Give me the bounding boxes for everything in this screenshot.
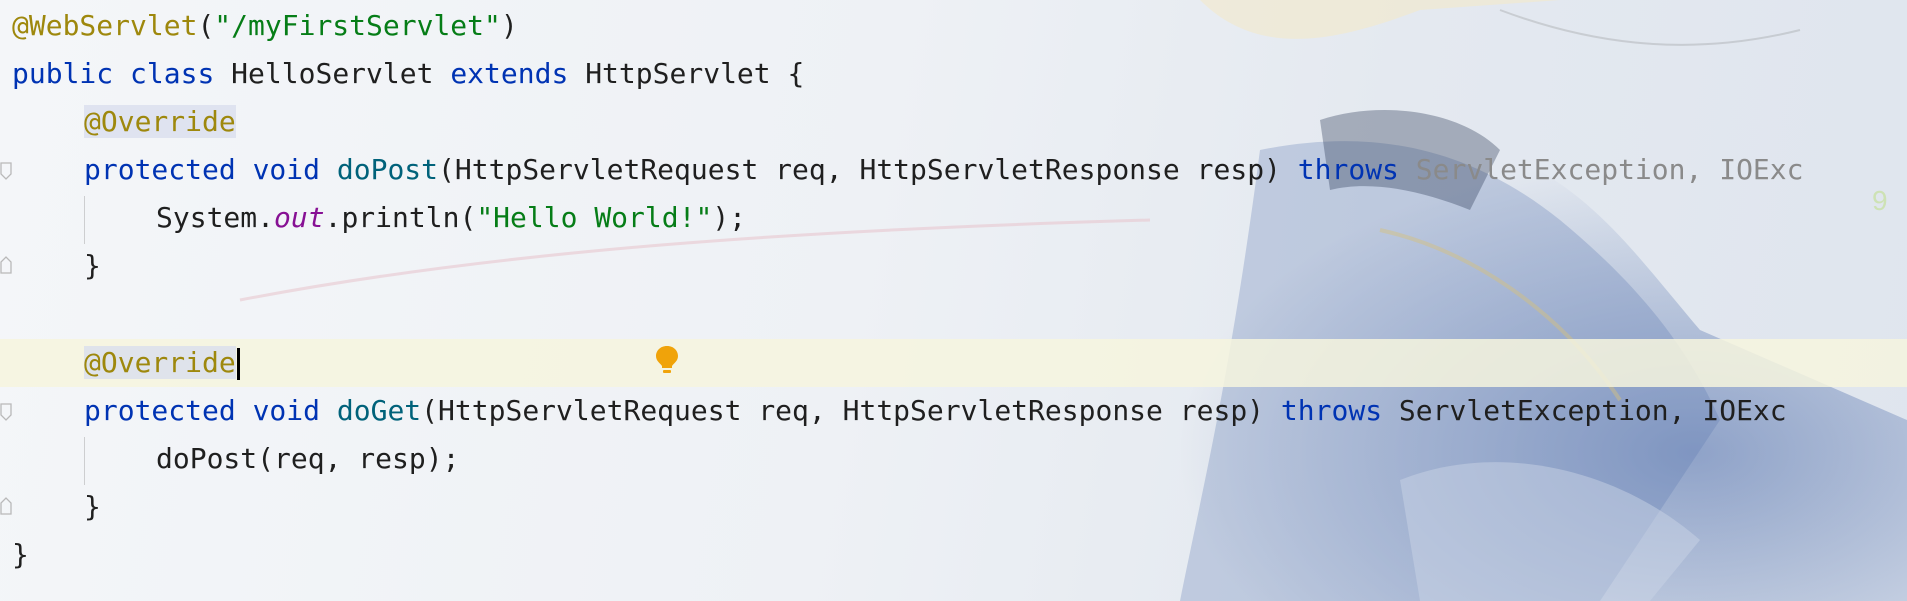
method-name: doPost bbox=[336, 153, 439, 186]
fold-marker-icon[interactable] bbox=[0, 403, 12, 421]
code-editor[interactable]: 9 @WebServlet("/myFirstServlet") public … bbox=[0, 0, 1907, 601]
code-line-10[interactable]: } bbox=[84, 483, 101, 531]
svg-text:9: 9 bbox=[1872, 185, 1888, 216]
annotation: @Override bbox=[84, 105, 236, 138]
exceptions: ServletException, IOExc bbox=[1398, 394, 1787, 427]
annotation: @Override bbox=[84, 346, 236, 379]
code-line-3[interactable]: @Override bbox=[84, 98, 236, 146]
unused-exceptions: ServletException, IOExc bbox=[1415, 153, 1804, 186]
fold-marker-icon[interactable] bbox=[0, 162, 12, 180]
url-pattern-string: "/myFirstServlet" bbox=[214, 9, 501, 42]
static-field: out bbox=[274, 201, 325, 234]
fold-marker-icon[interactable] bbox=[0, 497, 12, 515]
class-name: HelloServlet bbox=[231, 57, 434, 90]
method-name: doGet bbox=[336, 394, 422, 427]
annotation: @WebServlet bbox=[12, 9, 198, 42]
indent-guide bbox=[84, 437, 85, 485]
code-line-2[interactable]: public class HelloServlet extends HttpSe… bbox=[12, 50, 804, 98]
code-line-4[interactable]: protected void doPost(HttpServletRequest… bbox=[84, 146, 1804, 194]
fold-marker-icon[interactable] bbox=[0, 256, 12, 274]
lightbulb-icon[interactable] bbox=[654, 344, 680, 376]
code-line-5[interactable]: System.out.println("Hello World!"); bbox=[156, 194, 746, 242]
code-line-11[interactable]: } bbox=[12, 531, 29, 579]
parent-class-name: HttpServlet bbox=[585, 57, 771, 90]
current-line-highlight bbox=[0, 339, 1907, 387]
code-line-9[interactable]: doPost(req, resp); bbox=[156, 435, 459, 483]
code-line-6[interactable]: } bbox=[84, 242, 101, 290]
indent-guide bbox=[84, 196, 85, 244]
code-line-8[interactable]: protected void doGet(HttpServletRequest … bbox=[84, 387, 1787, 435]
code-line-7[interactable]: @Override bbox=[84, 339, 240, 387]
string-literal: "Hello World!" bbox=[476, 201, 713, 234]
code-line-1[interactable]: @WebServlet("/myFirstServlet") bbox=[12, 2, 518, 50]
text-caret bbox=[236, 348, 240, 380]
